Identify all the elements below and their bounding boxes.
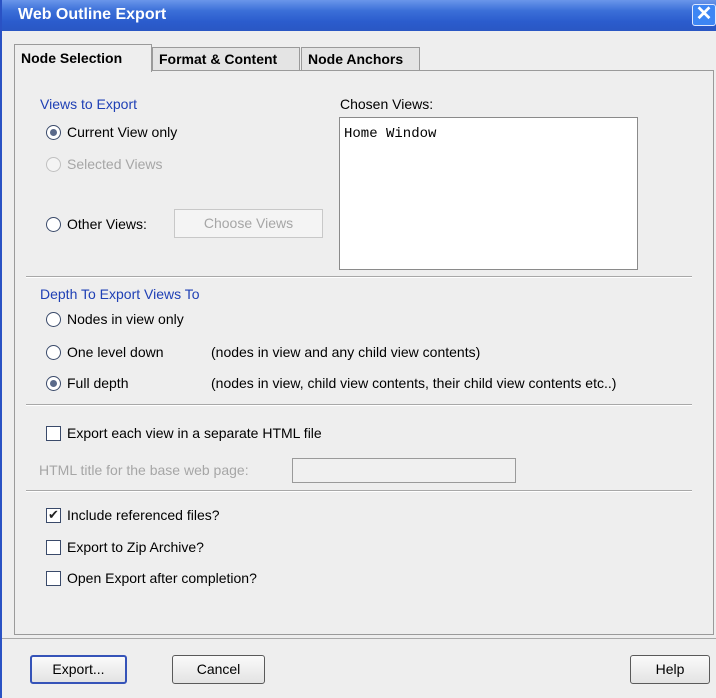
nodes-in-view-only-radio[interactable]	[46, 312, 61, 327]
export-button[interactable]: Export...	[30, 655, 127, 684]
current-view-only-radio[interactable]	[46, 125, 61, 140]
title-bar[interactable]: Web Outline Export ✕	[2, 0, 716, 31]
export-zip-label[interactable]: Export to Zip Archive?	[67, 539, 204, 555]
include-referenced-files-label[interactable]: Include referenced files?	[67, 507, 220, 523]
tab-node-selection[interactable]: Node Selection	[14, 44, 152, 72]
html-title-input	[292, 458, 516, 483]
radio-selected-dot	[50, 129, 57, 136]
web-outline-export-dialog: Web Outline Export ✕ Node Selection Form…	[0, 0, 716, 698]
divider	[26, 276, 692, 278]
radio-selected-dot	[50, 380, 57, 387]
chosen-views-list[interactable]: Home Window	[339, 117, 638, 270]
open-after-export-checkbox[interactable]	[46, 571, 61, 586]
tab-label: Format & Content	[159, 51, 278, 67]
selected-views-label: Selected Views	[67, 156, 163, 172]
current-view-only-label[interactable]: Current View only	[67, 124, 177, 140]
open-after-export-label[interactable]: Open Export after completion?	[67, 570, 257, 586]
nodes-in-view-only-label[interactable]: Nodes in view only	[67, 311, 184, 327]
window-title: Web Outline Export	[18, 6, 167, 23]
views-to-export-heading: Views to Export	[40, 96, 138, 112]
include-referenced-files-checkbox[interactable]: ✔	[46, 508, 61, 523]
close-icon: ✕	[695, 3, 713, 25]
divider	[26, 404, 692, 406]
help-button[interactable]: Help	[630, 655, 710, 684]
divider	[26, 490, 692, 492]
cancel-button[interactable]: Cancel	[172, 655, 265, 684]
tab-label: Node Anchors	[308, 51, 404, 67]
export-zip-checkbox[interactable]	[46, 540, 61, 555]
one-level-down-radio[interactable]	[46, 345, 61, 360]
checkmark-icon: ✔	[48, 507, 59, 522]
html-title-label: HTML title for the base web page:	[39, 462, 249, 478]
separate-html-checkbox[interactable]	[46, 426, 61, 441]
one-level-down-label[interactable]: One level down	[67, 344, 164, 360]
tab-label: Node Selection	[21, 50, 123, 66]
tab-node-anchors[interactable]: Node Anchors	[301, 47, 420, 71]
tab-format-content[interactable]: Format & Content	[152, 47, 300, 71]
full-depth-label[interactable]: Full depth	[67, 375, 128, 391]
full-depth-description: (nodes in view, child view contents, the…	[211, 375, 617, 391]
chosen-views-label: Chosen Views:	[340, 96, 434, 112]
close-button[interactable]: ✕	[692, 4, 716, 26]
choose-views-button: Choose Views	[174, 209, 323, 238]
list-item[interactable]: Home Window	[344, 126, 436, 142]
other-views-radio[interactable]	[46, 217, 61, 232]
one-level-down-description: (nodes in view and any child view conten…	[211, 344, 481, 360]
other-views-label[interactable]: Other Views:	[67, 216, 147, 232]
button-bar-separator	[2, 638, 716, 639]
depth-heading: Depth To Export Views To	[40, 286, 200, 302]
selected-views-radio	[46, 157, 61, 172]
full-depth-radio[interactable]	[46, 376, 61, 391]
separate-html-label[interactable]: Export each view in a separate HTML file	[67, 425, 322, 441]
